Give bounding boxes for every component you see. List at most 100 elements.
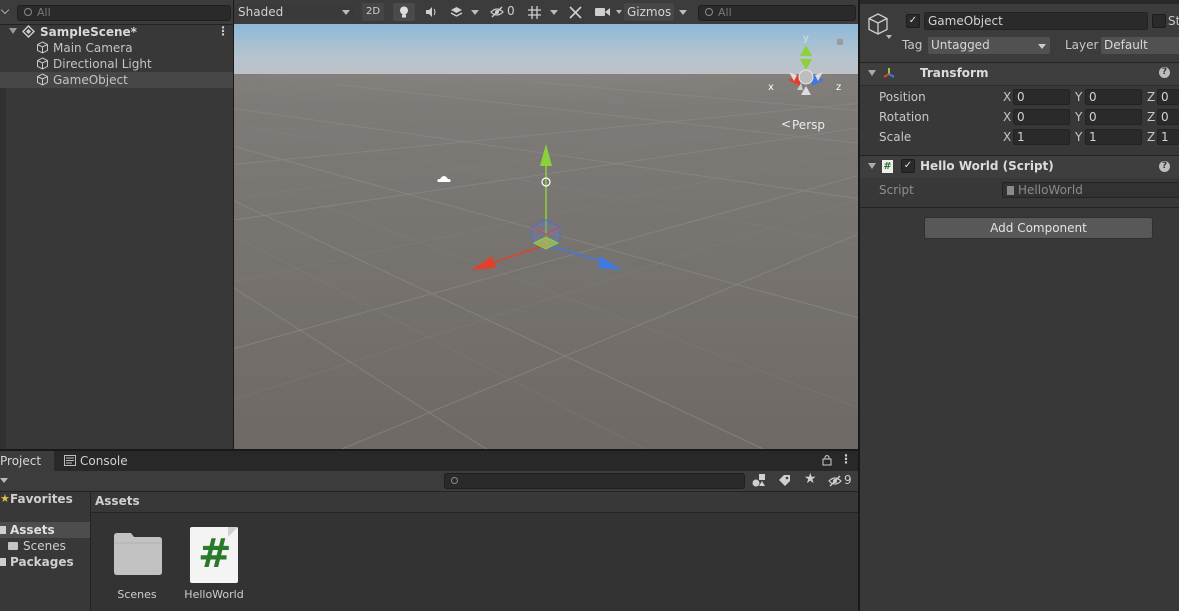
- asset-label: HelloWorld: [184, 588, 244, 601]
- camera-settings-button[interactable]: [592, 3, 616, 21]
- hierarchy-item-gameobject[interactable]: GameObject: [0, 72, 233, 88]
- rotation-x-field[interactable]: 0: [1013, 109, 1070, 125]
- tree-item-label: Assets: [10, 523, 55, 537]
- scale-x-field[interactable]: 1: [1013, 129, 1070, 145]
- hidden-objects-toggle[interactable]: 0: [485, 3, 519, 21]
- search-by-label-button[interactable]: [775, 472, 795, 489]
- rotation-x-label[interactable]: X: [1003, 110, 1011, 124]
- scene-menu-icon[interactable]: ⋮: [217, 24, 229, 38]
- create-dropdown-icon[interactable]: [0, 478, 8, 483]
- favorites-row[interactable]: ★ Favorites: [0, 492, 90, 508]
- add-component-button[interactable]: Add Component: [924, 217, 1153, 239]
- audio-toggle-button[interactable]: [420, 3, 442, 21]
- position-x-label[interactable]: X: [1003, 90, 1011, 104]
- tab-console[interactable]: Console: [56, 451, 146, 471]
- grid-icon: [528, 6, 541, 19]
- search-icon: [451, 477, 458, 484]
- lock-icon[interactable]: [822, 454, 832, 466]
- scene-viewport[interactable]: y x z < Persp: [234, 24, 858, 449]
- star-icon: ★: [0, 492, 10, 505]
- effects-toggle-button[interactable]: [446, 3, 468, 21]
- hierarchy-add-dropdown-icon[interactable]: [0, 5, 10, 15]
- hierarchy-item-label: GameObject: [53, 73, 128, 87]
- asset-item-scenes[interactable]: Scenes: [105, 525, 169, 605]
- tree-item-assets[interactable]: Assets: [0, 522, 90, 538]
- gameobject-header: ✓ GameObject St Tag Untagged Layer Defau…: [860, 4, 1179, 63]
- rotation-y-value: 0: [1089, 110, 1097, 124]
- asset-item-helloworld[interactable]: # HelloWorld: [182, 525, 246, 605]
- position-y-field[interactable]: 0: [1085, 89, 1142, 105]
- breadcrumb-assets[interactable]: Assets: [95, 494, 140, 508]
- scale-x-label[interactable]: X: [1003, 130, 1011, 144]
- tree-item-label: Scenes: [23, 539, 66, 553]
- position-z-label[interactable]: Z: [1147, 90, 1155, 104]
- position-x-field[interactable]: 0: [1013, 89, 1070, 105]
- grid-toggle-button[interactable]: [524, 3, 546, 21]
- effects-dropdown-icon[interactable]: [471, 10, 479, 15]
- asset-grid: Scenes # HelloWorld: [91, 513, 858, 611]
- hierarchy-search-input[interactable]: All: [17, 5, 231, 21]
- effects-layers-icon: [450, 6, 463, 18]
- panel-menu-icon[interactable]: ⋮: [840, 452, 852, 466]
- tree-item-scenes[interactable]: Scenes: [0, 538, 90, 554]
- hidden-packages-toggle[interactable]: 9: [827, 472, 857, 489]
- scene-search-input[interactable]: All: [698, 5, 856, 21]
- scale-y-label[interactable]: Y: [1075, 130, 1082, 144]
- favorites-filter-button[interactable]: ★: [801, 471, 821, 489]
- icon-dropdown-icon[interactable]: [886, 35, 892, 39]
- hierarchy-search-placeholder: All: [37, 6, 51, 19]
- transform-component-header[interactable]: Transform ?: [860, 63, 1179, 86]
- toggle-2d-button[interactable]: 2D: [362, 3, 384, 21]
- static-checkbox[interactable]: [1152, 14, 1166, 28]
- scale-z-label[interactable]: Z: [1147, 130, 1155, 144]
- help-icon[interactable]: ?: [1159, 161, 1170, 172]
- tree-item-packages[interactable]: Packages: [0, 554, 90, 570]
- scene-search-placeholder: All: [718, 6, 732, 19]
- inspector-panel: ✓ GameObject St Tag Untagged Layer Defau…: [860, 0, 1179, 611]
- layer-label: Layer: [1065, 38, 1099, 52]
- expand-arrow-icon[interactable]: [9, 28, 17, 34]
- tag-dropdown[interactable]: Untagged: [928, 37, 1050, 54]
- scale-y-field[interactable]: 1: [1085, 129, 1142, 145]
- gizmo-y-label: y: [803, 33, 809, 44]
- lighting-toggle-button[interactable]: [393, 3, 415, 21]
- hierarchy-item-directional-light[interactable]: Directional Light: [0, 56, 233, 72]
- foldout-arrow-icon[interactable]: [868, 163, 876, 169]
- rotation-y-field[interactable]: 0: [1085, 109, 1142, 125]
- breadcrumb: Assets: [91, 492, 858, 513]
- tools-toggle-button[interactable]: [565, 3, 587, 21]
- scene-row[interactable]: SampleScene* ⋮: [0, 24, 233, 40]
- folder-icon: [0, 558, 6, 566]
- position-y-value: 0: [1089, 90, 1097, 104]
- camera-dropdown-icon[interactable]: [616, 10, 622, 14]
- active-checkbox[interactable]: ✓: [906, 14, 920, 28]
- project-tab-bar: Project Console ⋮: [0, 451, 858, 471]
- help-icon[interactable]: ?: [1159, 67, 1170, 78]
- rotation-y-label[interactable]: Y: [1075, 110, 1082, 124]
- script-object-field[interactable]: HelloWorld: [1002, 182, 1179, 198]
- gizmos-button[interactable]: Gizmos: [624, 3, 674, 21]
- rotation-z-field[interactable]: 0: [1157, 109, 1179, 125]
- rotation-z-label[interactable]: Z: [1147, 110, 1155, 124]
- hierarchy-item-label: Main Camera: [53, 41, 133, 55]
- gameobject-name-field[interactable]: GameObject: [924, 12, 1148, 30]
- tab-project[interactable]: Project: [0, 451, 54, 471]
- layer-dropdown[interactable]: Default: [1101, 37, 1179, 54]
- scale-z-field[interactable]: 1: [1157, 129, 1179, 145]
- project-search-input[interactable]: [444, 473, 745, 489]
- hierarchy-item-main-camera[interactable]: Main Camera: [0, 40, 233, 56]
- script-component-header[interactable]: # ✓ Hello World (Script) ?: [860, 156, 1179, 178]
- script-component-title: Hello World (Script): [920, 159, 1054, 173]
- gizmos-dropdown-icon[interactable]: [679, 10, 687, 15]
- position-z-field[interactable]: 0: [1157, 89, 1179, 105]
- hidden-count: 0: [507, 4, 515, 18]
- scene-toolbar: Shaded 2D 0 Gizmos All: [234, 0, 858, 25]
- grid-dropdown-icon[interactable]: [550, 10, 558, 15]
- position-y-label[interactable]: Y: [1075, 90, 1082, 104]
- position-x-value: 0: [1017, 90, 1025, 104]
- shading-mode-dropdown[interactable]: Shaded: [234, 3, 354, 21]
- script-hash-glyph: #: [198, 531, 232, 577]
- foldout-arrow-icon[interactable]: [868, 70, 876, 76]
- search-by-type-button[interactable]: [749, 472, 769, 489]
- script-enabled-checkbox[interactable]: ✓: [901, 159, 915, 173]
